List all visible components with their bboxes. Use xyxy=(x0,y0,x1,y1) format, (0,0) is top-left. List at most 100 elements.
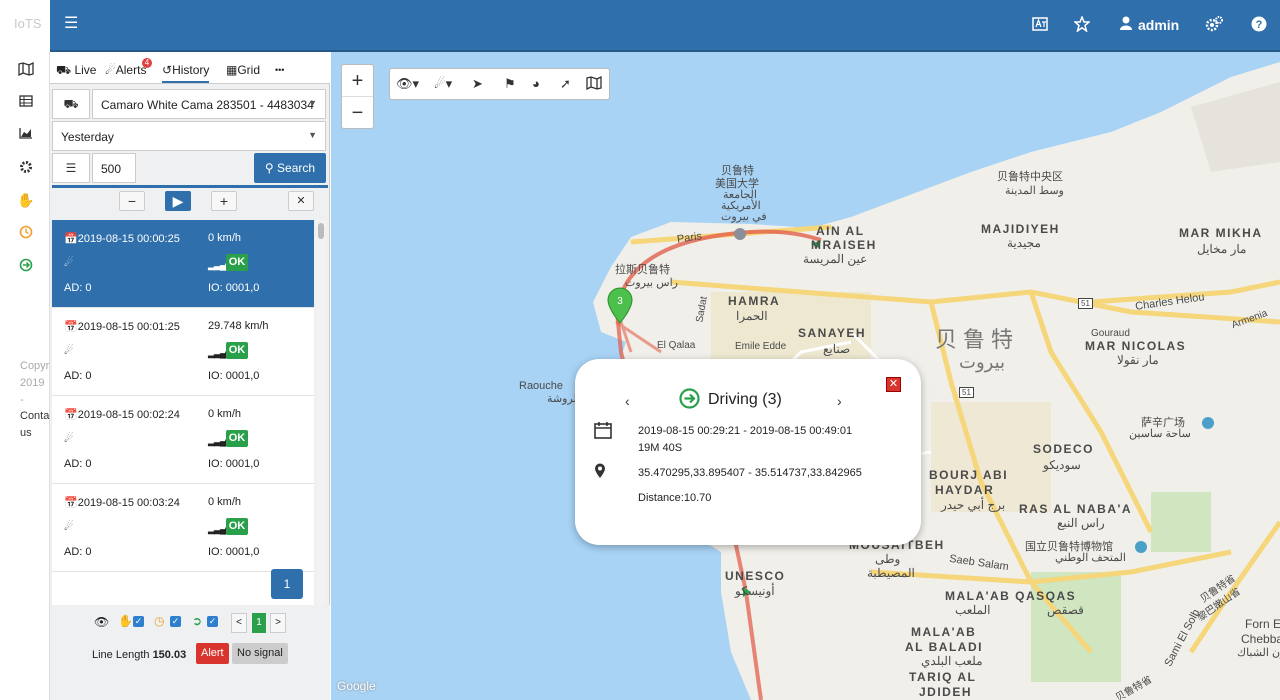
period-select[interactable]: Yesterday ▼ xyxy=(52,121,326,151)
gear-icon[interactable] xyxy=(16,160,36,177)
settings-icon[interactable] xyxy=(1205,16,1223,38)
next-trip-button[interactable]: › xyxy=(837,393,842,409)
map-label: Forn El xyxy=(1245,617,1280,631)
prev-trip-button[interactable]: ‹ xyxy=(625,393,630,409)
list-item[interactable]: 📅2019-08-15 00:02:24 0 km/h ☄ ▂▃▄▅ OK AD… xyxy=(52,396,314,484)
alert-badge[interactable]: Alert xyxy=(196,643,229,664)
faster-button[interactable]: + xyxy=(211,191,237,211)
page-button[interactable]: 1 xyxy=(271,569,303,599)
map-label: 拉斯贝鲁特 xyxy=(615,264,670,276)
tab-history[interactable]: ↺History xyxy=(162,63,210,83)
user-icon[interactable] xyxy=(1120,16,1132,36)
map-label: أونيسكو xyxy=(735,584,775,598)
driving-checkbox[interactable]: ✓ xyxy=(207,616,218,627)
translate-icon[interactable] xyxy=(1032,16,1048,38)
pager-prev-button[interactable]: < xyxy=(231,613,247,633)
hand-icon[interactable]: ✋ xyxy=(16,192,36,208)
calendar-icon: 📅 xyxy=(64,497,78,509)
username-label[interactable]: admin xyxy=(1138,17,1179,33)
zoom-control: + − xyxy=(341,64,374,129)
google-logo: Google xyxy=(337,679,376,693)
trip-popup: ✕ ‹ › Driving (3) 2019-08-15 00:29:21 - … xyxy=(575,359,921,545)
road-shield: 51 xyxy=(959,387,974,398)
pager-current[interactable]: 1 xyxy=(252,613,266,633)
map-icon[interactable] xyxy=(586,75,602,93)
history-list: 📅2019-08-15 00:00:25 0 km/h ☄ ▂▃▄▅ OK AD… xyxy=(52,220,314,605)
map-label: Chebba xyxy=(1241,632,1280,646)
gauge-icon[interactable]: ◕ xyxy=(532,76,540,91)
popup-coords: 35.470295,33.895407 - 35.514737,33.84296… xyxy=(638,467,862,479)
arrow-circle-icon xyxy=(679,388,700,412)
divider xyxy=(52,185,328,188)
close-popup-button[interactable]: ✕ xyxy=(886,377,901,392)
popup-title: Driving (3) xyxy=(708,391,782,408)
panel-tabs: ⛟ Live ☄Alerts 4 ↺History ▦Grid ••• xyxy=(50,52,330,84)
io-value: IO: 0001,0 xyxy=(208,282,260,294)
bottom-bar: 👁 ✋ ✓ ◷ ✓ ➲ ✓ < 1 > Line Length 150.03 A… xyxy=(50,605,330,700)
search-button[interactable]: ⚲ Search xyxy=(254,153,326,183)
map-marker[interactable]: 3 xyxy=(606,287,634,328)
eye-icon[interactable]: 👁▾ xyxy=(396,76,419,92)
vehicle-select[interactable]: Camaro White Cama 283501 - 4483034 ▼ xyxy=(92,89,326,119)
navigation-icon[interactable]: ➚ xyxy=(560,76,571,92)
no-signal-badge[interactable]: No signal xyxy=(232,643,288,664)
map-canvas[interactable]: 3 贝鲁特 美国大学 الجامعة الأمريكية في بيروت AI… xyxy=(331,52,1280,700)
top-bar: IoTS ☰ admin ? xyxy=(0,0,1280,52)
zoom-out-button[interactable]: − xyxy=(342,97,373,129)
map-label: 贝鲁特 xyxy=(935,327,1020,352)
table-icon[interactable] xyxy=(16,94,36,110)
hamburger-icon[interactable]: ☰ xyxy=(64,14,78,34)
map-label: مار مخايل xyxy=(1197,242,1247,256)
eye-icon[interactable]: 👁 xyxy=(94,615,109,629)
clock-checkbox[interactable]: ✓ xyxy=(170,616,181,627)
send-icon[interactable]: ➤ xyxy=(472,76,483,92)
map-label: MALA'AB xyxy=(911,625,977,639)
map-label: فرن الشباك xyxy=(1237,647,1280,659)
map-icon[interactable] xyxy=(16,61,36,79)
map-label: الملعب xyxy=(955,603,991,617)
map-label: JDIDEH xyxy=(919,685,973,699)
play-button[interactable]: ▶ xyxy=(165,191,191,211)
map-label: Gouraud xyxy=(1091,328,1130,339)
popup-range: 2019-08-15 00:29:21 - 2019-08-15 00:49:0… xyxy=(638,425,853,437)
zoom-in-button[interactable]: + xyxy=(342,65,373,97)
map-label: SODECO xyxy=(1033,442,1095,456)
map-label: Emile Edde xyxy=(735,341,787,352)
map-label: عين المريسة xyxy=(803,252,868,266)
map-label: SANAYEH xyxy=(798,326,867,340)
tab-alerts[interactable]: ☄Alerts xyxy=(105,63,146,77)
list-item[interactable]: 📅2019-08-15 00:00:25 0 km/h ☄ ▂▃▄▅ OK AD… xyxy=(52,220,314,308)
speed-value: 0 km/h xyxy=(208,496,242,508)
chart-icon[interactable] xyxy=(16,126,36,142)
io-value: IO: 0001,0 xyxy=(208,370,260,382)
list-item[interactable]: 📅2019-08-15 00:03:24 0 km/h ☄ ▂▃▄▅ OK AD… xyxy=(52,484,314,572)
help-icon[interactable]: ? xyxy=(1251,16,1267,38)
clock-icon[interactable] xyxy=(16,225,36,242)
popup-distance: Distance:10.70 xyxy=(638,492,712,504)
tab-grid[interactable]: ▦Grid xyxy=(226,63,260,77)
flag-icon[interactable]: ⚑ xyxy=(504,76,516,92)
arrow-circle-icon[interactable] xyxy=(16,258,36,275)
slower-button[interactable]: − xyxy=(119,191,145,211)
io-value: IO: 0001,0 xyxy=(208,546,260,558)
list-scrollbar[interactable] xyxy=(316,220,326,605)
ad-value: AD: 0 xyxy=(64,546,92,558)
bell-icon[interactable]: ☄▾ xyxy=(434,76,452,92)
map-label: ملعب البلدي xyxy=(921,654,983,668)
scrollbar-thumb[interactable] xyxy=(318,223,324,239)
map-label: صنايع xyxy=(823,342,851,356)
map-label: المتحف الوطني xyxy=(1055,552,1126,564)
popup-duration: 19M 40S xyxy=(638,442,683,454)
pager-next-button[interactable]: > xyxy=(270,613,286,633)
tab-more[interactable]: ••• xyxy=(275,65,284,75)
bell-icon: ☄ xyxy=(105,63,116,77)
limit-input[interactable]: 500 xyxy=(92,153,136,183)
list-item[interactable]: 📅2019-08-15 00:01:25 29.748 km/h ☄ ▂▃▄▅ … xyxy=(52,308,314,396)
tab-live[interactable]: ⛟ Live xyxy=(56,63,96,79)
map-label: BOURJ ABI xyxy=(929,468,1009,482)
star-icon[interactable] xyxy=(1073,14,1091,38)
line-length: Line Length 150.03 xyxy=(92,649,187,661)
contact-link[interactable]: Contact us xyxy=(20,408,58,442)
hand-checkbox[interactable]: ✓ xyxy=(133,616,144,627)
clear-button[interactable]: ✕ xyxy=(288,191,314,211)
